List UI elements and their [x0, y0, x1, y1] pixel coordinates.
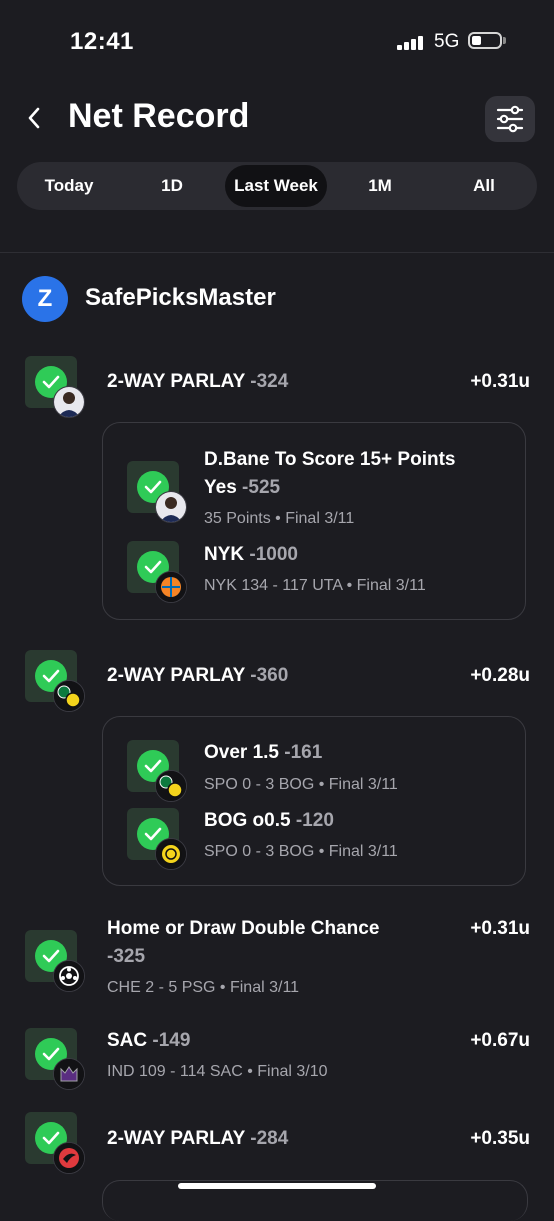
tab-last-week[interactable]: Last Week — [225, 165, 327, 207]
soccer-crests-icon — [155, 770, 187, 802]
pick-status-icon — [25, 1112, 85, 1174]
leg-title: NYK -1000 — [204, 544, 299, 565]
tab-today[interactable]: Today — [19, 165, 119, 207]
time-range-tabs: Today 1D Last Week 1M All — [17, 162, 537, 210]
soccer-ball-icon — [53, 960, 85, 992]
home-indicator[interactable] — [178, 1183, 376, 1189]
battery-icon — [468, 32, 502, 49]
pick-title[interactable]: SAC -149 — [107, 1030, 190, 1052]
network-label: 5G — [434, 31, 460, 52]
pick-units: +0.31u — [470, 371, 530, 392]
player-headshot-icon — [53, 386, 85, 418]
pick-units: +0.31u — [470, 918, 530, 939]
tab-all[interactable]: All — [433, 165, 535, 207]
tab-1m[interactable]: 1M — [330, 165, 430, 207]
leg-detail: 35 Points • Final 3/11 — [204, 510, 355, 527]
leg-status-icon — [127, 461, 187, 523]
player-headshot-icon — [155, 491, 187, 523]
pick-title[interactable]: 2-WAY PARLAY -284 — [107, 1128, 288, 1150]
username: SafePicksMaster — [85, 284, 276, 311]
soccer-crests-icon — [53, 680, 85, 712]
leg-detail: SPO 0 - 3 BOG • Final 3/11 — [204, 843, 398, 860]
hawks-logo-icon — [53, 1142, 85, 1174]
pick-units: +0.67u — [470, 1030, 530, 1051]
divider — [0, 252, 554, 253]
status-time: 12:41 — [70, 28, 134, 55]
leg-status-icon — [127, 740, 187, 802]
back-button[interactable] — [24, 104, 46, 132]
kings-logo-icon — [53, 1058, 85, 1090]
chevron-left-icon — [28, 107, 40, 129]
leg-title: D.Bane To Score 15+ Points — [204, 449, 456, 470]
leg-status-icon — [127, 808, 187, 870]
bodo-glimt-crest-icon — [155, 838, 187, 870]
filter-button[interactable] — [485, 96, 535, 142]
pick-title[interactable]: 2-WAY PARLAY -360 — [107, 665, 288, 687]
pick-status-icon — [25, 650, 85, 712]
pick-status-icon — [25, 1028, 85, 1090]
header: Net Record — [0, 90, 554, 150]
page-title: Net Record — [68, 97, 250, 135]
tab-1d[interactable]: 1D — [122, 165, 222, 207]
leg-title: Over 1.5 -161 — [204, 742, 323, 763]
pick-title[interactable]: Home or Draw Double Chance — [107, 918, 379, 940]
leg-detail: SPO 0 - 3 BOG • Final 3/11 — [204, 776, 398, 793]
leg-title: BOG o0.5 -120 — [204, 810, 334, 831]
pick-units: +0.35u — [470, 1128, 530, 1149]
knicks-logo-icon — [155, 571, 187, 603]
avatar: Z — [22, 276, 68, 322]
pick-status-icon — [25, 356, 85, 418]
pick-odds: -325 — [107, 946, 146, 967]
pick-title[interactable]: 2-WAY PARLAY -324 — [107, 371, 288, 393]
sliders-icon — [496, 105, 524, 133]
leg-title: Yes -525 — [204, 477, 281, 498]
status-bar: 12:41 5G — [0, 0, 554, 80]
signal-icon — [397, 36, 425, 50]
pick-units: +0.28u — [470, 665, 530, 686]
pick-detail: IND 109 - 114 SAC • Final 3/10 — [107, 1063, 328, 1080]
leg-detail: NYK 134 - 117 UTA • Final 3/11 — [204, 577, 426, 594]
pick-status-icon — [25, 930, 85, 992]
leg-status-icon — [127, 541, 187, 603]
pick-detail: CHE 2 - 5 PSG • Final 3/11 — [107, 979, 300, 996]
